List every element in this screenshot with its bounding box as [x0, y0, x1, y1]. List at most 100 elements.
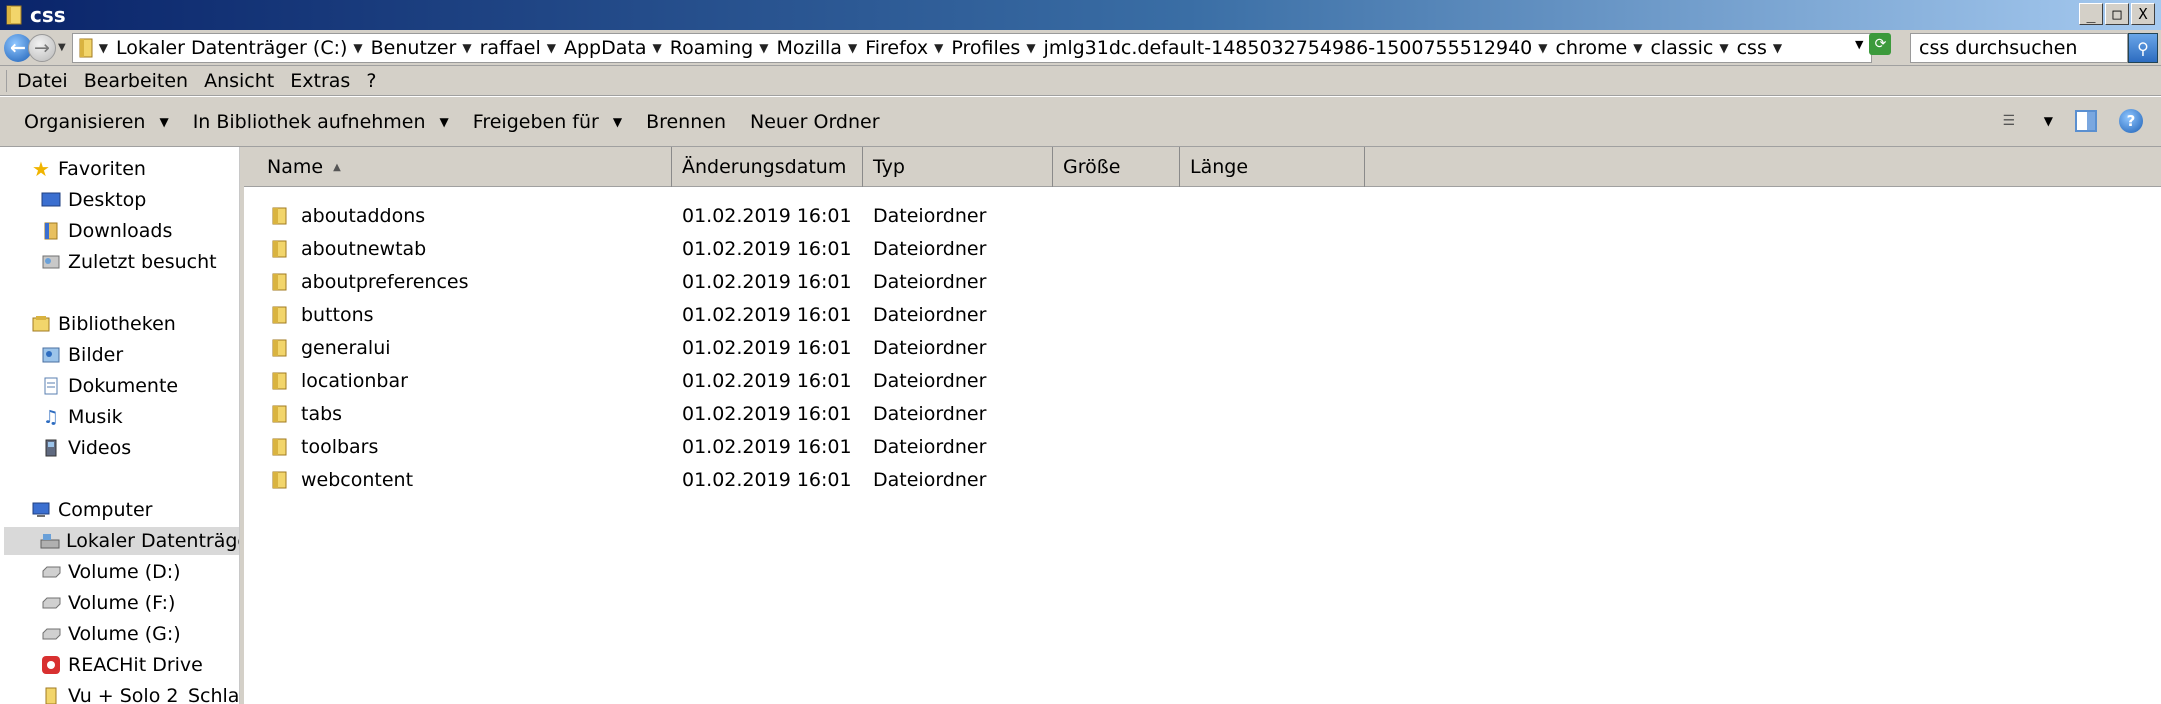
- file-name: locationbar: [301, 369, 408, 392]
- breadcrumb-item[interactable]: Profiles ▼: [951, 37, 1043, 59]
- file-name-cell[interactable]: aboutaddons: [269, 199, 425, 232]
- search-input[interactable]: css durchsuchen: [1910, 33, 2128, 63]
- add-to-library-button[interactable]: In Bibliothek aufnehmen ▼: [181, 111, 461, 133]
- nav-item-pictures[interactable]: Bilder: [40, 341, 123, 369]
- nav-item-music[interactable]: ♫ Musik: [40, 403, 123, 431]
- column-date[interactable]: Änderungsdatum: [672, 147, 863, 187]
- chevron-down-icon[interactable]: ▼: [1773, 41, 1782, 55]
- nav-item-volume-f[interactable]: Volume (F:): [40, 589, 175, 617]
- column-size[interactable]: Größe: [1053, 147, 1180, 187]
- organize-button[interactable]: Organisieren ▼: [0, 111, 181, 133]
- chevron-down-icon[interactable]: ▼: [547, 41, 556, 55]
- table-row[interactable]: locationbar 01.02.2019 16:01 Dateiordner: [244, 364, 1244, 397]
- nav-computer[interactable]: Computer: [30, 496, 152, 524]
- nav-item-videos[interactable]: Videos: [40, 434, 131, 462]
- refresh-icon[interactable]: ⟳: [1869, 33, 1892, 55]
- share-button[interactable]: Freigeben für ▼: [461, 111, 634, 133]
- nav-item-reachit[interactable]: REACHit Drive: [40, 651, 203, 679]
- table-row[interactable]: webcontent 01.02.2019 16:01 Dateiordner: [244, 463, 1244, 496]
- breadcrumb-item[interactable]: jmlg31dc.default-1485032754986-150075551…: [1044, 37, 1556, 59]
- column-name[interactable]: Name ▲: [244, 147, 672, 187]
- nav-item-local-disk[interactable]: Lokaler Datenträger: [4, 527, 239, 555]
- table-row[interactable]: aboutnewtab 01.02.2019 16:01 Dateiordner: [244, 232, 1244, 265]
- breadcrumb-item[interactable]: chrome ▼: [1556, 37, 1651, 59]
- chevron-down-icon: ▼: [159, 114, 169, 129]
- chevron-down-icon[interactable]: ▼: [848, 41, 857, 55]
- nav-libraries[interactable]: Bibliotheken: [30, 310, 176, 338]
- address-bar[interactable]: ▼ Lokaler Datenträger (C:) ▼ Benutzer ▼ raff…: [71, 32, 1872, 63]
- breadcrumb-label: jmlg31dc.default-1485032754986-150075551…: [1043, 36, 1533, 59]
- menu-tools[interactable]: Extras: [282, 70, 358, 92]
- file-type: Dateiordner: [873, 468, 987, 491]
- chevron-down-icon[interactable]: ▼: [462, 41, 471, 55]
- chevron-down-icon[interactable]: ▼: [934, 41, 943, 55]
- nav-item-desktop[interactable]: Desktop: [40, 186, 146, 214]
- breadcrumb-item[interactable]: Firefox ▼: [865, 37, 951, 59]
- breadcrumb-item[interactable]: Mozilla ▼: [776, 37, 865, 59]
- file-name-cell[interactable]: aboutnewtab: [269, 232, 426, 265]
- nav-favorites[interactable]: ★ Favoriten: [30, 155, 146, 183]
- breadcrumb-item[interactable]: AppData ▼: [564, 37, 670, 59]
- breadcrumb-item[interactable]: Roaming ▼: [670, 37, 777, 59]
- file-name: buttons: [301, 303, 374, 326]
- folder-icon: [272, 306, 287, 323]
- breadcrumb-item[interactable]: Benutzer ▼: [371, 37, 480, 59]
- table-row[interactable]: toolbars 01.02.2019 16:01 Dateiordner: [244, 430, 1244, 463]
- table-row[interactable]: generalui 01.02.2019 16:01 Dateiordner: [244, 331, 1244, 364]
- breadcrumb-item[interactable]: raffael ▼: [480, 37, 564, 59]
- file-name-cell[interactable]: toolbars: [269, 430, 378, 463]
- view-dropdown-icon[interactable]: ▼: [2044, 114, 2053, 128]
- chevron-down-icon[interactable]: ▼: [353, 41, 362, 55]
- file-name-cell[interactable]: tabs: [269, 397, 342, 430]
- preview-pane-icon[interactable]: [2075, 110, 2097, 132]
- nav-item-recent[interactable]: Zuletzt besucht: [40, 248, 217, 276]
- table-row[interactable]: tabs 01.02.2019 16:01 Dateiordner: [244, 397, 1244, 430]
- nav-item-volume-g[interactable]: Volume (G:): [40, 620, 181, 648]
- file-name-cell[interactable]: generalui: [269, 331, 391, 364]
- file-name-cell[interactable]: buttons: [269, 298, 374, 331]
- file-name-cell[interactable]: aboutpreferences: [269, 265, 469, 298]
- command-bar: Organisieren ▼ In Bibliothek aufnehmen ▼…: [0, 97, 2161, 147]
- chevron-down-icon[interactable]: ▼: [1026, 41, 1035, 55]
- file-name-cell[interactable]: webcontent: [269, 463, 413, 496]
- breadcrumb-label: Roaming: [669, 36, 754, 59]
- chevron-down-icon[interactable]: ▼: [99, 41, 108, 55]
- column-length[interactable]: Länge: [1180, 147, 1365, 187]
- breadcrumb-item[interactable]: classic ▼: [1650, 37, 1736, 59]
- close-button[interactable]: X: [2131, 3, 2155, 25]
- change-view-icon[interactable]: ☰: [1996, 110, 2022, 132]
- menu-edit[interactable]: Bearbeiten: [76, 70, 196, 92]
- file-name-cell[interactable]: locationbar: [269, 364, 408, 397]
- table-row[interactable]: aboutaddons 01.02.2019 16:01 Dateiordner: [244, 199, 1244, 232]
- breadcrumb-label: classic: [1650, 36, 1714, 59]
- chevron-down-icon[interactable]: ▼: [1719, 41, 1728, 55]
- nav-item-volume-d[interactable]: Volume (D:): [40, 558, 181, 586]
- search-button[interactable]: ⚲: [2128, 33, 2158, 63]
- breadcrumb-item[interactable]: css ▼: [1737, 37, 1790, 59]
- column-type[interactable]: Typ: [863, 147, 1053, 187]
- new-folder-button[interactable]: Neuer Ordner: [738, 111, 892, 133]
- chevron-down-icon[interactable]: ▼: [653, 41, 662, 55]
- menu-file[interactable]: Datei: [9, 70, 76, 92]
- minimize-button[interactable]: _: [2079, 3, 2103, 25]
- breadcrumb-item[interactable]: Lokaler Datenträger (C:) ▼: [116, 37, 371, 59]
- help-icon[interactable]: ?: [2119, 109, 2143, 133]
- burn-button[interactable]: Brennen: [634, 111, 738, 133]
- chevron-down-icon[interactable]: ▼: [759, 41, 768, 55]
- address-dropdown-icon[interactable]: ▼: [1855, 38, 1863, 51]
- menu-view[interactable]: Ansicht: [196, 70, 282, 92]
- maximize-button[interactable]: □: [2105, 3, 2129, 25]
- chevron-down-icon[interactable]: ▼: [1633, 41, 1642, 55]
- table-row[interactable]: aboutpreferences 01.02.2019 16:01 Dateiord…: [244, 265, 1244, 298]
- menu-help[interactable]: ?: [358, 70, 384, 92]
- forward-button[interactable]: →: [28, 33, 56, 62]
- nav-item-network-folder[interactable]: Vu + Solo 2_Schlaf: [40, 682, 239, 704]
- nav-item-documents[interactable]: Dokumente: [40, 372, 178, 400]
- history-dropdown-icon[interactable]: ▼: [58, 42, 66, 53]
- file-name: aboutnewtab: [301, 237, 427, 260]
- table-row[interactable]: buttons 01.02.2019 16:01 Dateiordner: [244, 298, 1244, 331]
- title-bar[interactable]: css _ □ X: [0, 0, 2161, 30]
- nav-item-downloads[interactable]: Downloads: [40, 217, 172, 245]
- nav-item-label: Volume (G:): [68, 623, 181, 645]
- chevron-down-icon[interactable]: ▼: [1538, 41, 1547, 55]
